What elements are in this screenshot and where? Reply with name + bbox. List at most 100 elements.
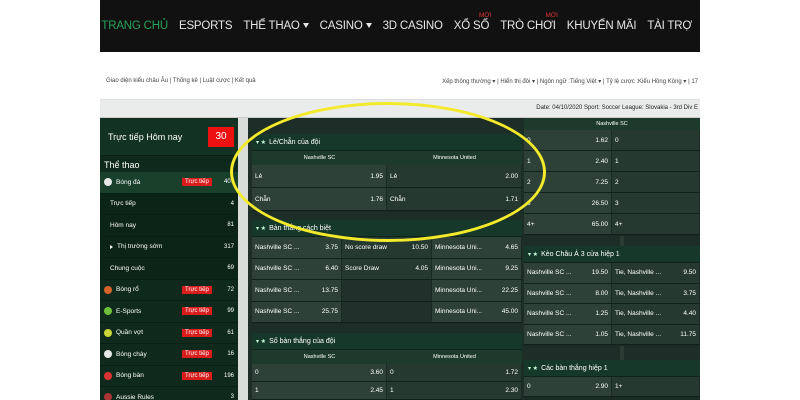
nav-item[interactable]: THỂ THAO — [243, 20, 309, 32]
nav-label: THỂ THAO — [243, 20, 300, 32]
odds-cell[interactable]: Minnesota Uni... 45.00 — [432, 301, 522, 322]
selection-label: Nashville SC ... — [255, 243, 300, 251]
nav-item[interactable]: KHUYẾN MÃI — [567, 20, 637, 32]
market-header[interactable]: ▾ ★ Bàn thắng cách biệt — [252, 220, 522, 237]
market-header[interactable]: ▾ ★ Số bàn thắng của đội — [252, 333, 522, 350]
market-header[interactable]: ▾ ★ Kèo Châu Á 3 cửa hiệp 1 — [524, 246, 700, 263]
nav-item[interactable]: XỔ SỐ MỚI — [454, 12, 492, 32]
sidebar-item[interactable]: Bóng chày Trực tiếp 16 — [100, 344, 238, 366]
odds-cell[interactable]: Nashville SC ... 1.25 — [524, 304, 612, 324]
nav-item[interactable]: CASINO — [320, 20, 372, 32]
sidebar-item-label: Bóng chày — [116, 350, 147, 358]
odds-cell[interactable]: Nashville SC ... 25.75 — [252, 301, 342, 322]
match-info-bar: Date: 04/10/2020 Sport: Soccer League: S… — [100, 100, 700, 118]
sidebar-item[interactable]: Aussie Rules 3 — [100, 387, 238, 400]
live-badge[interactable]: Trực tiếp — [182, 328, 212, 337]
odds-cell[interactable]: 2 7.25 — [524, 172, 612, 192]
sidebar-item[interactable]: Bóng đá Trực tiếp 407 — [100, 172, 238, 194]
odds-cell[interactable]: 3 — [612, 193, 700, 213]
sidebar-item[interactable]: Bóng rổ Trực tiếp 72 — [100, 280, 238, 301]
nav-label: 3D CASINO — [382, 20, 443, 32]
collapse-star-icon[interactable]: ▾ ★ — [528, 365, 538, 372]
event-count: 317 — [223, 243, 234, 250]
view-links[interactable]: Giao diện kiểu châu Âu | Thống kê | Luật… — [106, 78, 256, 84]
collapse-star-icon[interactable]: ▾ ★ — [256, 338, 266, 345]
collapse-star-icon[interactable]: ▾ ★ — [256, 225, 266, 232]
odds-cell[interactable]: Lẻ 1.95 — [252, 165, 387, 187]
odds-value: 2.30 — [505, 387, 518, 394]
selection-label: Nashville SC ... — [527, 330, 572, 338]
odds-cell[interactable]: 4+ — [612, 214, 700, 234]
sidebar-item[interactable]: Bóng bàn Trực tiếp 196 — [100, 366, 238, 387]
live-badge[interactable]: Trực tiếp — [182, 307, 212, 316]
odds-cell[interactable]: Minnesota Uni... 22.25 — [432, 280, 522, 301]
odds-cell[interactable]: 0 1.72 — [387, 364, 522, 381]
collapse-star-icon[interactable]: ▾ ★ — [256, 139, 266, 146]
selection-label: Nashville SC ... — [527, 269, 572, 277]
odds-cell[interactable]: Tie, Nashville ... 3.75 — [612, 283, 700, 303]
sports-section-title: Thể thao — [104, 160, 140, 170]
sidebar-item[interactable]: Thị trường sớm 317 — [100, 236, 238, 258]
market-row: 0 3.60 0 1.72 — [252, 364, 522, 382]
odds-cell[interactable]: 2 — [612, 172, 700, 192]
sidebar-item[interactable]: Hôm nay 81 — [100, 215, 238, 237]
odds-cell[interactable]: Nashville SC ... 3.75 — [252, 237, 342, 258]
sidebar-item[interactable]: E-Sports Trực tiếp 99 — [100, 301, 238, 323]
odds-cell[interactable]: 1+ — [612, 377, 700, 396]
display-options[interactable]: Xếp thông thường ▾ | Hiển thị đôi ▾ | Ng… — [442, 78, 698, 85]
nav-item[interactable]: TRÒ CHƠI MỚI — [500, 12, 558, 32]
live-today-header[interactable]: Trực tiếp Hôm nay 30 — [100, 118, 238, 156]
odds-cell[interactable]: Nashville SC ... 1.05 — [524, 324, 612, 344]
odds-cell[interactable]: 1 2.30 — [387, 382, 522, 399]
odds-cell[interactable]: 0 3.60 — [252, 364, 387, 381]
odds-cell[interactable]: Chẵn 1.71 — [387, 188, 522, 210]
odds-cell[interactable]: No score draw 10.50 — [342, 237, 432, 258]
odds-cell[interactable]: Lẻ 2.00 — [387, 165, 522, 187]
sidebar-item-label: Hôm nay — [110, 221, 137, 229]
odds-cell[interactable]: 1 2.45 — [252, 382, 387, 399]
nav-item[interactable]: ESPORTS — [179, 20, 233, 32]
odds-cell[interactable]: Chẵn 1.76 — [252, 188, 387, 210]
odds-value: 3.60 — [370, 369, 383, 376]
odds-cell[interactable]: Minnesota Uni... 9.25 — [432, 258, 522, 279]
live-badge[interactable]: Trực tiếp — [182, 371, 212, 380]
odds-cell[interactable]: Tie, Nashville ... 9.50 — [612, 263, 700, 283]
odds-cell[interactable]: Tie, Nashville ... 11.75 — [612, 324, 700, 344]
odds-cell[interactable]: 4+ 65.00 — [524, 214, 612, 234]
nav-item[interactable]: TÀI TRỢ — [647, 20, 692, 32]
nav-item[interactable]: 3D CASINO — [383, 20, 443, 32]
odds-cell[interactable]: 0 2.90 — [524, 377, 612, 396]
sport-icon — [104, 328, 112, 337]
selection-label: 0 — [527, 383, 531, 390]
live-badge[interactable]: Trực tiếp — [182, 350, 212, 359]
odds-value: 2.45 — [370, 387, 383, 394]
collapse-star-icon[interactable]: ▾ ★ — [528, 251, 538, 258]
odds-cell[interactable]: Minnesota Uni... 4.65 — [432, 237, 522, 258]
odds-cell[interactable]: Nashville SC ... 19.50 — [524, 263, 612, 283]
column-divider — [238, 118, 248, 400]
odds-cell[interactable]: Nashville SC ... 13.75 — [252, 280, 342, 301]
odds-cell[interactable]: Nashville SC ... 8.00 — [524, 283, 612, 303]
chevron-down-icon — [365, 23, 372, 29]
nav-item[interactable]: TRANG CHỦ — [101, 20, 168, 32]
odds-cell[interactable]: 0 — [612, 130, 700, 150]
sidebar-item-label: Bóng rổ — [116, 286, 139, 294]
odds-cell[interactable]: 1 — [612, 151, 700, 171]
selection-label: Lẻ — [390, 172, 398, 180]
sport-icon — [104, 285, 112, 294]
odds-cell[interactable]: Score Draw 4.05 — [342, 258, 432, 279]
market-header[interactable]: ▾ ★ Lẻ/Chẵn của đội — [252, 134, 522, 151]
nav-label: CASINO — [319, 20, 363, 32]
market-header[interactable]: ▾ ★ Các bàn thắng hiệp 1 — [524, 360, 700, 377]
odds-cell[interactable]: Tie, Nashville ... 4.40 — [612, 304, 700, 324]
sidebar-item[interactable]: Trực tiếp 4 — [100, 193, 238, 215]
sidebar-item[interactable]: Quần vợt Trực tiếp 61 — [100, 323, 238, 344]
odds-value: 4.40 — [683, 310, 696, 318]
odds-cell[interactable]: Nashville SC ... 6.40 — [252, 258, 342, 279]
odds-cell[interactable]: 0 1.62 — [524, 130, 612, 150]
live-badge[interactable]: Trực tiếp — [182, 178, 212, 187]
live-badge[interactable]: Trực tiếp — [182, 285, 212, 294]
sidebar-item[interactable]: Chung cuộc 69 — [100, 258, 238, 280]
odds-cell[interactable]: 1 2.40 — [524, 151, 612, 171]
odds-cell[interactable]: 3 26.50 — [524, 193, 612, 213]
